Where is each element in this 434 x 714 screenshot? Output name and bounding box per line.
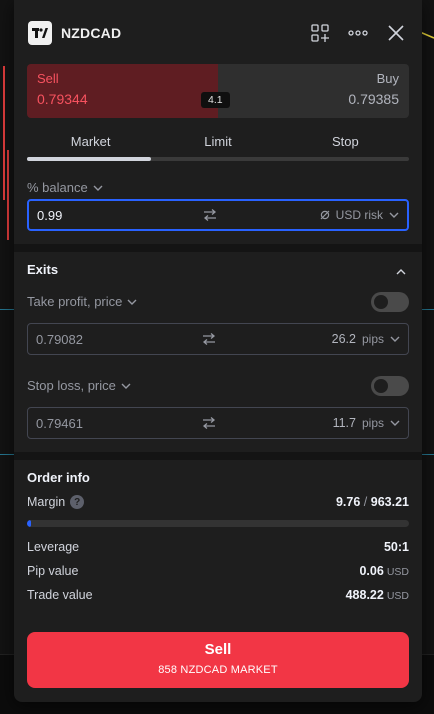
chevron-down-icon	[390, 420, 400, 426]
tab-indicator-track	[27, 157, 409, 161]
quantity-type-dropdown[interactable]: % balance	[27, 180, 103, 195]
tab-limit[interactable]: Limit	[154, 134, 281, 154]
trade-value-label: Trade value	[27, 588, 93, 602]
section-divider	[14, 452, 422, 460]
quantity-type-label: % balance	[27, 180, 88, 195]
pip-value-currency: USD	[386, 566, 409, 578]
chevron-down-icon	[93, 185, 103, 191]
take-profit-unit: pips	[361, 332, 384, 346]
leverage-value: 50:1	[383, 540, 409, 554]
quantity-input[interactable]: 0.99 USD risk	[27, 199, 409, 231]
swap-icon[interactable]	[203, 209, 217, 221]
panel-header: NZDCAD	[14, 14, 422, 52]
candle	[3, 66, 5, 200]
help-icon[interactable]: ?	[70, 495, 85, 509]
tab-stop[interactable]: Stop	[282, 134, 409, 154]
stop-loss-label: Stop loss, price	[27, 378, 116, 393]
margin-used: 9.76	[335, 495, 361, 509]
stop-loss-toggle[interactable]	[371, 376, 409, 396]
chevron-down-icon	[390, 336, 400, 342]
stop-loss-unit-dropdown[interactable]: 11.7 pips	[333, 416, 400, 430]
stop-loss-type-dropdown[interactable]: Stop loss, price	[27, 378, 131, 393]
stop-loss-unit: pips	[361, 416, 384, 430]
trade-value: 488.22	[345, 588, 384, 602]
empty-set-icon	[320, 210, 330, 220]
order-info-title: Order info	[27, 470, 90, 485]
margin-row: Margin ? 9.76 / 963.21	[27, 495, 409, 509]
pip-value: 0.06	[359, 564, 384, 578]
more-icon[interactable]	[346, 21, 370, 45]
margin-value: 9.76 / 963.21	[336, 495, 409, 509]
quantity-value[interactable]: 0.99	[37, 208, 167, 223]
stop-loss-value[interactable]: 0.79461	[36, 416, 166, 431]
take-profit-type-dropdown[interactable]: Take profit, price	[27, 294, 137, 309]
margin-separator: /	[363, 495, 368, 509]
take-profit-label: Take profit, price	[27, 294, 123, 309]
margin-available: 963.21	[370, 495, 409, 509]
quote-selector: Sell 0.79344 Buy 0.79385 4.1	[27, 64, 409, 118]
pip-value-label: Pip value	[27, 564, 79, 578]
tab-market[interactable]: Market	[27, 134, 154, 154]
take-profit-unit-dropdown[interactable]: 26.2 pips	[332, 332, 400, 346]
take-profit-pips: 26.2	[331, 332, 356, 346]
quantity-unit: USD risk	[335, 208, 383, 222]
chevron-down-icon	[127, 299, 137, 305]
spread-badge: 4.1	[201, 92, 230, 108]
sell-label: Sell	[37, 71, 59, 86]
add-widget-icon[interactable]	[308, 21, 332, 45]
tradingview-logo-icon	[28, 21, 52, 45]
order-type-tabs: Market Limit Stop	[27, 134, 409, 154]
tab-active-indicator	[27, 157, 151, 161]
candle	[7, 150, 9, 240]
take-profit-toggle[interactable]	[371, 292, 409, 312]
leverage-row: Leverage 50:1	[27, 540, 409, 554]
sell-submit-label: Sell	[204, 641, 232, 658]
quantity-unit-dropdown[interactable]: USD risk	[320, 208, 399, 222]
chevron-up-icon[interactable]	[396, 262, 406, 280]
swap-icon[interactable]	[202, 417, 216, 429]
buy-label: Buy	[376, 71, 399, 86]
sell-side-button[interactable]: Sell 0.79344	[27, 64, 218, 118]
swap-icon[interactable]	[202, 333, 216, 345]
take-profit-input[interactable]: 0.79082 26.2 pips	[27, 323, 409, 355]
symbol-name: NZDCAD	[61, 25, 122, 41]
trade-value-row: Trade value 488.22 USD	[27, 588, 409, 602]
pip-value-row: Pip value 0.06 USD	[27, 564, 409, 578]
close-icon[interactable]	[384, 21, 408, 45]
leverage-label: Leverage	[27, 540, 80, 554]
section-divider	[14, 244, 422, 252]
sell-submit-button[interactable]: Sell 858 NZDCAD MARKET	[27, 632, 409, 688]
buy-side-button[interactable]: Buy 0.79385	[218, 64, 409, 118]
take-profit-value[interactable]: 0.79082	[36, 332, 166, 347]
stop-loss-input[interactable]: 0.79461 11.7 pips	[27, 407, 409, 439]
stop-loss-pips: 11.7	[332, 416, 356, 430]
chevron-down-icon	[389, 212, 399, 218]
margin-label: Margin	[27, 495, 66, 509]
chevron-down-icon	[121, 383, 131, 389]
sell-submit-detail: 858 NZDCAD MARKET	[158, 664, 278, 676]
margin-progress-bar	[27, 520, 409, 527]
trade-value-currency: USD	[386, 590, 409, 602]
exits-title: Exits	[27, 262, 59, 277]
sell-price: 0.79344	[37, 91, 88, 107]
buy-price: 0.79385	[348, 91, 399, 107]
margin-progress-fill	[27, 520, 31, 527]
order-panel: NZDCAD Sell 0.79344 Buy 0.79385 4.1 Mark…	[14, 0, 422, 702]
